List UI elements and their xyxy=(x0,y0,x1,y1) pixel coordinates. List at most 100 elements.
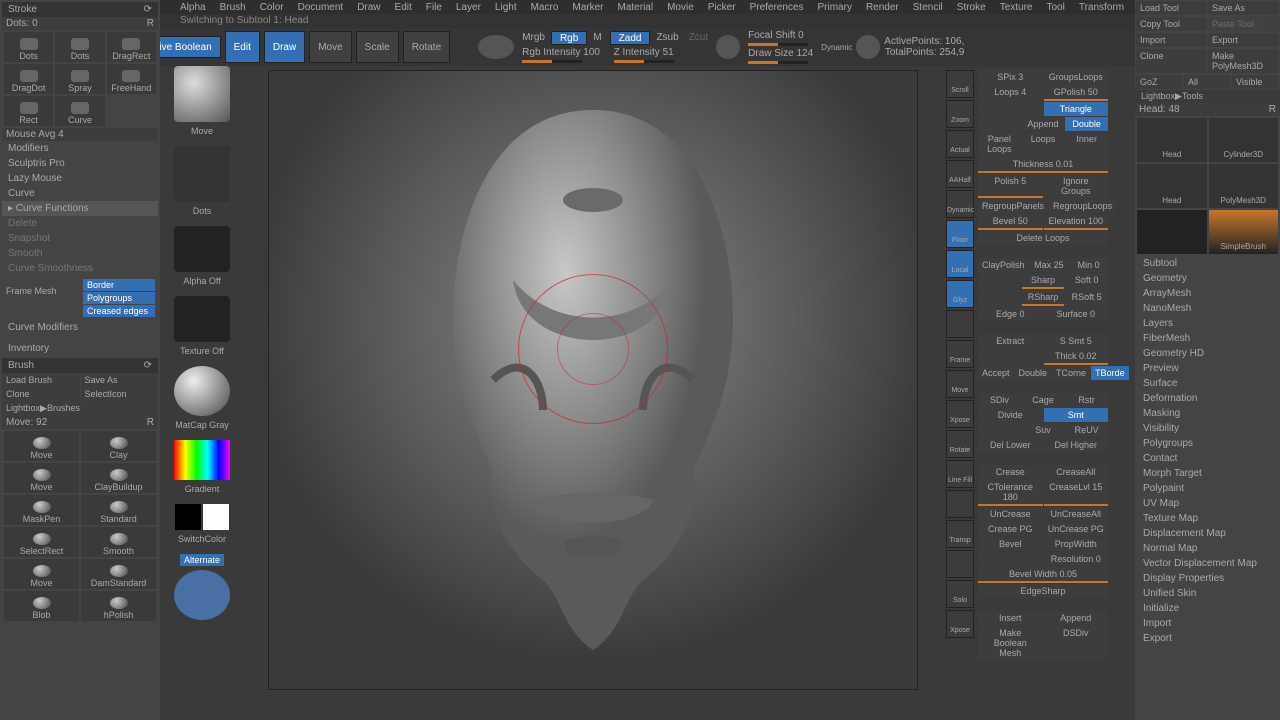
dynamic-label[interactable]: Dynamic xyxy=(821,43,852,52)
menu-document[interactable]: Document xyxy=(298,2,344,12)
lightbox-tools[interactable]: Lightbox▶Tools xyxy=(1135,90,1280,103)
polish-5[interactable]: Polish 5 xyxy=(978,174,1043,198)
sub-smooth[interactable]: Smooth xyxy=(2,246,158,261)
thumb-polymesh3d[interactable]: PolyMesh3D xyxy=(1209,164,1279,208)
[interactable] xyxy=(978,273,1021,289)
gizmo-icon[interactable] xyxy=(856,35,880,59)
thumb-head[interactable]: Head xyxy=(1137,164,1207,208)
section-modifiers[interactable]: Modifiers xyxy=(2,141,158,156)
section-visibility[interactable]: Visibility xyxy=(1135,421,1280,436)
brush-move[interactable]: Move xyxy=(4,431,79,461)
view-actual[interactable]: Actual xyxy=(946,130,974,158)
sub-curve smoothness[interactable]: Curve Smoothness xyxy=(2,261,158,276)
section-export[interactable]: Export xyxy=(1135,631,1280,646)
menu-draw[interactable]: Draw xyxy=(357,2,380,12)
stroke-dots[interactable]: Dots xyxy=(55,32,104,62)
make-polymesh[interactable]: Make PolyMesh3D xyxy=(1208,49,1279,73)
clone-tool[interactable]: Clone xyxy=(1136,49,1207,73)
color-white[interactable] xyxy=(203,504,229,530)
brush-standard[interactable]: Standard xyxy=(81,495,156,525)
section-sculptris-pro[interactable]: Sculptris Pro xyxy=(2,156,158,171)
brush-hpolish[interactable]: hPolish xyxy=(81,591,156,621)
navigator[interactable] xyxy=(174,570,230,620)
menu-macro[interactable]: Macro xyxy=(531,2,559,12)
section-surface[interactable]: Surface xyxy=(1135,376,1280,391)
menu-layer[interactable]: Layer xyxy=(456,2,481,12)
max-25[interactable]: Max 25 xyxy=(1030,258,1069,272)
loops-4[interactable]: Loops 4 xyxy=(978,85,1043,101)
stroke-curve[interactable]: Curve xyxy=(55,96,104,126)
claypolish[interactable]: ClayPolish xyxy=(978,258,1029,272)
[interactable] xyxy=(978,290,1021,306)
[interactable] xyxy=(978,117,1021,131)
menu-picker[interactable]: Picker xyxy=(708,2,736,12)
triangle[interactable]: Triangle xyxy=(1044,102,1109,116)
del-lower[interactable]: Del Lower xyxy=(978,438,1043,452)
view-frame[interactable]: Frame xyxy=(946,340,974,368)
save-as-tool[interactable]: Save As xyxy=(1208,1,1279,15)
uncreaseall[interactable]: UnCreaseAll xyxy=(1044,507,1109,521)
brush-claybuildup[interactable]: ClayBuildup xyxy=(81,463,156,493)
regrouppanels[interactable]: RegroupPanels xyxy=(978,199,1048,213)
ctolerance-180[interactable]: CTolerance 180 xyxy=(978,480,1043,506)
chip-polygroups[interactable]: Polygroups xyxy=(83,292,155,304)
crease[interactable]: Crease xyxy=(978,465,1043,479)
menu-alpha[interactable]: Alpha xyxy=(180,2,206,12)
edge-0[interactable]: Edge 0 xyxy=(978,307,1043,321)
move-92[interactable]: Move: 92 xyxy=(6,417,47,428)
insert[interactable]: Insert xyxy=(978,611,1043,625)
smt[interactable]: Smt xyxy=(1044,408,1109,422)
view-aahalf[interactable]: AAHalf xyxy=(946,160,974,188)
regrouploops[interactable]: RegroupLoops xyxy=(1049,199,1116,213)
chip-creased edges[interactable]: Creased edges xyxy=(83,305,155,317)
view-move[interactable]: Move xyxy=(946,370,974,398)
[interactable] xyxy=(978,552,1043,566)
section-layers[interactable]: Layers xyxy=(1135,316,1280,331)
menu-brush[interactable]: Brush xyxy=(220,2,246,12)
stroke-freehand[interactable]: FreeHand xyxy=(107,64,156,94)
creaselvl-15[interactable]: CreaseLvl 15 xyxy=(1044,480,1109,506)
rgb-intensity-slider[interactable]: Rgb Intensity 100 xyxy=(518,47,606,63)
creaseall[interactable]: CreaseAll xyxy=(1044,465,1109,479)
edit-button[interactable]: Edit xyxy=(225,31,260,63)
thickness-0-01[interactable]: Thickness 0.01 xyxy=(978,157,1108,173)
section-initialize[interactable]: Initialize xyxy=(1135,601,1280,616)
bevel-50[interactable]: Bevel 50 xyxy=(978,214,1043,230)
color-picker[interactable] xyxy=(174,440,230,480)
section-vector-displacement-map[interactable]: Vector Displacement Map xyxy=(1135,556,1280,571)
del-higher[interactable]: Del Higher xyxy=(1044,438,1109,452)
section-curve-functions[interactable]: ▸ Curve Functions xyxy=(2,201,158,216)
menu-color[interactable]: Color xyxy=(260,2,284,12)
append[interactable]: Append xyxy=(1022,117,1065,131)
sdiv[interactable]: SDiv xyxy=(978,393,1021,407)
rgb-button[interactable]: Rgb xyxy=(551,31,587,45)
menu-stencil[interactable]: Stencil xyxy=(913,2,943,12)
section-display-properties[interactable]: Display Properties xyxy=(1135,571,1280,586)
append[interactable]: Append xyxy=(1044,611,1109,625)
ignore-groups[interactable]: Ignore Groups xyxy=(1044,174,1109,198)
save-as-button[interactable]: Save As xyxy=(81,373,159,387)
menu-transform[interactable]: Transform xyxy=(1079,2,1124,12)
view-icon14[interactable] xyxy=(946,490,974,518)
groupsloops[interactable]: GroupsLoops xyxy=(1044,70,1109,84)
cage[interactable]: Cage xyxy=(1022,393,1065,407)
section-normal-map[interactable]: Normal Map xyxy=(1135,541,1280,556)
lightbox-brushes[interactable]: Lightbox▶Brushes xyxy=(2,401,158,416)
view-glyz[interactable]: Glyz xyxy=(946,280,974,308)
rsoft-5[interactable]: RSoft 5 xyxy=(1065,290,1108,306)
texture-thumb[interactable] xyxy=(174,296,230,342)
section-polypaint[interactable]: Polypaint xyxy=(1135,481,1280,496)
dsdiv[interactable]: DSDiv xyxy=(1044,626,1109,660)
sharp[interactable]: Sharp xyxy=(1022,273,1065,289)
curve-modifiers[interactable]: Curve Modifiers xyxy=(2,320,158,335)
view-icon8[interactable] xyxy=(946,310,974,338)
tcorne[interactable]: TCorne xyxy=(1052,366,1090,380)
section-unified-skin[interactable]: Unified Skin xyxy=(1135,586,1280,601)
rotate-button[interactable]: Rotate xyxy=(403,31,450,63)
uncrease-pg[interactable]: UnCrease PG xyxy=(1044,522,1109,536)
brush-maskpen[interactable]: MaskPen xyxy=(4,495,79,525)
brush-blob[interactable]: Blob xyxy=(4,591,79,621)
frame-mesh-button[interactable]: Frame Mesh xyxy=(4,278,80,318)
mrgb-label[interactable]: Mrgb xyxy=(518,31,549,45)
section-contact[interactable]: Contact xyxy=(1135,451,1280,466)
